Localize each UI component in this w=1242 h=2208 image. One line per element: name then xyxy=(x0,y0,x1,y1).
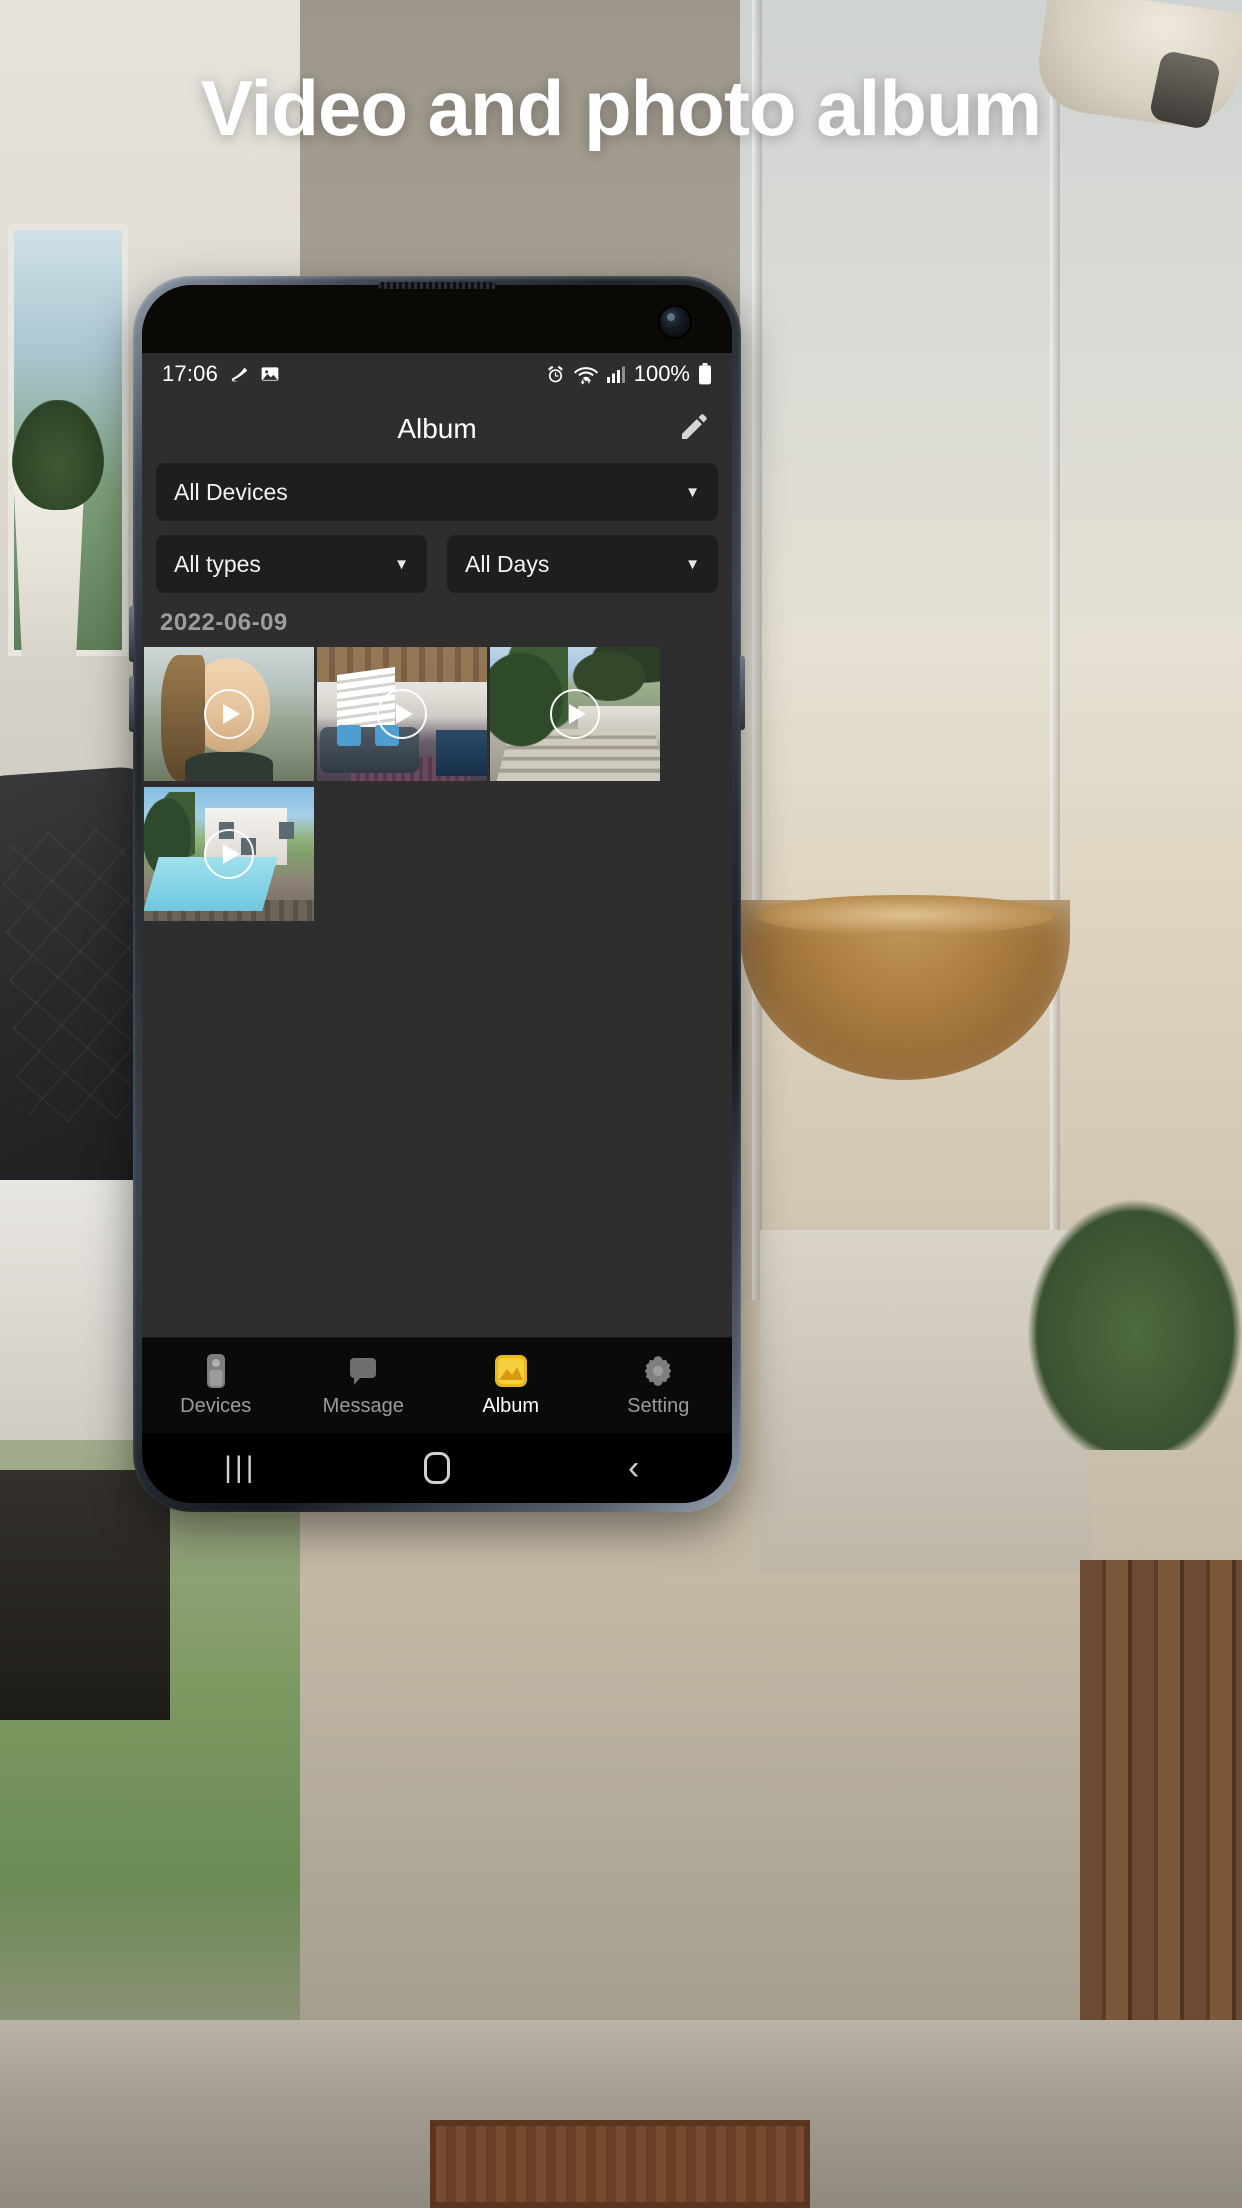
recents-button[interactable]: ||| xyxy=(142,1451,339,1485)
background-mullion xyxy=(1050,0,1060,1300)
alarm-icon xyxy=(545,364,566,385)
chevron-down-icon: ▼ xyxy=(685,483,700,501)
video-thumbnail-interior[interactable] xyxy=(317,647,487,781)
background-door-mat xyxy=(430,2120,810,2208)
video-thumbnail-portrait[interactable] xyxy=(144,647,314,781)
bottom-tab-bar: Devices Message Album Setting xyxy=(142,1337,732,1433)
back-button[interactable]: ‹ xyxy=(535,1449,732,1488)
app-bar-title: Album xyxy=(397,413,477,444)
day-filter-label: All Days xyxy=(465,550,550,577)
tab-label: Setting xyxy=(627,1395,690,1417)
battery-percent-label: 100% xyxy=(633,361,690,386)
android-nav-bar: ||| ‹ xyxy=(142,1433,732,1503)
tab-album[interactable]: Album xyxy=(437,1353,585,1418)
album-grid xyxy=(142,647,732,921)
video-thumbnail-driveway[interactable] xyxy=(490,647,660,781)
phone-screen: 17:06 100% Album All Devices ▼ All types… xyxy=(142,285,732,1503)
play-icon xyxy=(204,829,254,879)
page-title: Video and photo album xyxy=(201,64,1042,152)
background-mullion xyxy=(752,0,762,1300)
camera-device-icon xyxy=(203,1353,229,1389)
background-plant xyxy=(12,400,104,510)
edit-button[interactable] xyxy=(672,407,716,451)
status-time: 17:06 xyxy=(162,361,219,386)
background-tree xyxy=(1020,1190,1242,1450)
background-fence xyxy=(1080,1560,1242,2100)
earpiece-speaker xyxy=(378,282,496,289)
play-icon xyxy=(204,689,254,739)
type-filter-dropdown[interactable]: All types ▼ xyxy=(156,535,427,593)
power-button[interactable] xyxy=(740,656,745,730)
tab-message[interactable]: Message xyxy=(290,1353,438,1418)
front-camera-icon xyxy=(660,307,690,337)
filter-bar: All Devices ▼ All types ▼ All Days ▼ xyxy=(142,463,732,593)
screen-top-bezel xyxy=(142,285,732,353)
device-filter-label: All Devices xyxy=(174,478,288,505)
background-bowl-rim xyxy=(755,895,1055,935)
app-bar: Album xyxy=(142,395,732,463)
pencil-icon xyxy=(678,411,710,448)
do-not-disturb-icon xyxy=(228,363,250,385)
home-button[interactable] xyxy=(339,1452,536,1484)
gear-icon xyxy=(641,1353,675,1389)
status-bar: 17:06 100% xyxy=(142,353,732,395)
background-glass-wall xyxy=(740,0,1242,1300)
image-icon xyxy=(260,364,280,384)
day-filter-dropdown[interactable]: All Days ▼ xyxy=(447,535,718,593)
device-filter-dropdown[interactable]: All Devices ▼ xyxy=(156,463,718,521)
volume-down-button[interactable] xyxy=(129,676,134,732)
chevron-down-icon: ▼ xyxy=(685,555,700,573)
tab-label: Message xyxy=(322,1395,404,1417)
battery-full-icon xyxy=(698,363,712,385)
play-icon xyxy=(550,689,600,739)
status-bar-right: 100% xyxy=(545,361,712,387)
tab-label: Album xyxy=(482,1395,540,1417)
back-icon: ‹ xyxy=(628,1448,640,1487)
play-icon xyxy=(377,689,427,739)
filter-row-secondary: All types ▼ All Days ▼ xyxy=(156,535,718,593)
type-filter-label: All types xyxy=(174,550,261,577)
tab-setting[interactable]: Setting xyxy=(585,1353,733,1418)
status-bar-left: 17:06 xyxy=(162,361,280,387)
message-bubble-icon xyxy=(347,1353,379,1389)
recents-icon: ||| xyxy=(224,1451,257,1484)
album-app: 17:06 100% Album All Devices ▼ All types… xyxy=(142,353,732,1503)
phone-mockup: 17:06 100% Album All Devices ▼ All types… xyxy=(129,276,745,1512)
signal-icon xyxy=(606,364,626,384)
tab-label: Devices xyxy=(180,1395,252,1417)
video-thumbnail-pool[interactable] xyxy=(144,787,314,921)
gallery-icon xyxy=(494,1353,528,1389)
volume-up-button[interactable] xyxy=(129,606,134,662)
home-icon xyxy=(424,1452,450,1484)
chevron-down-icon: ▼ xyxy=(394,555,409,573)
wifi-icon xyxy=(573,364,598,385)
date-group-header: 2022-06-09 xyxy=(160,609,288,636)
tab-devices[interactable]: Devices xyxy=(142,1353,290,1418)
